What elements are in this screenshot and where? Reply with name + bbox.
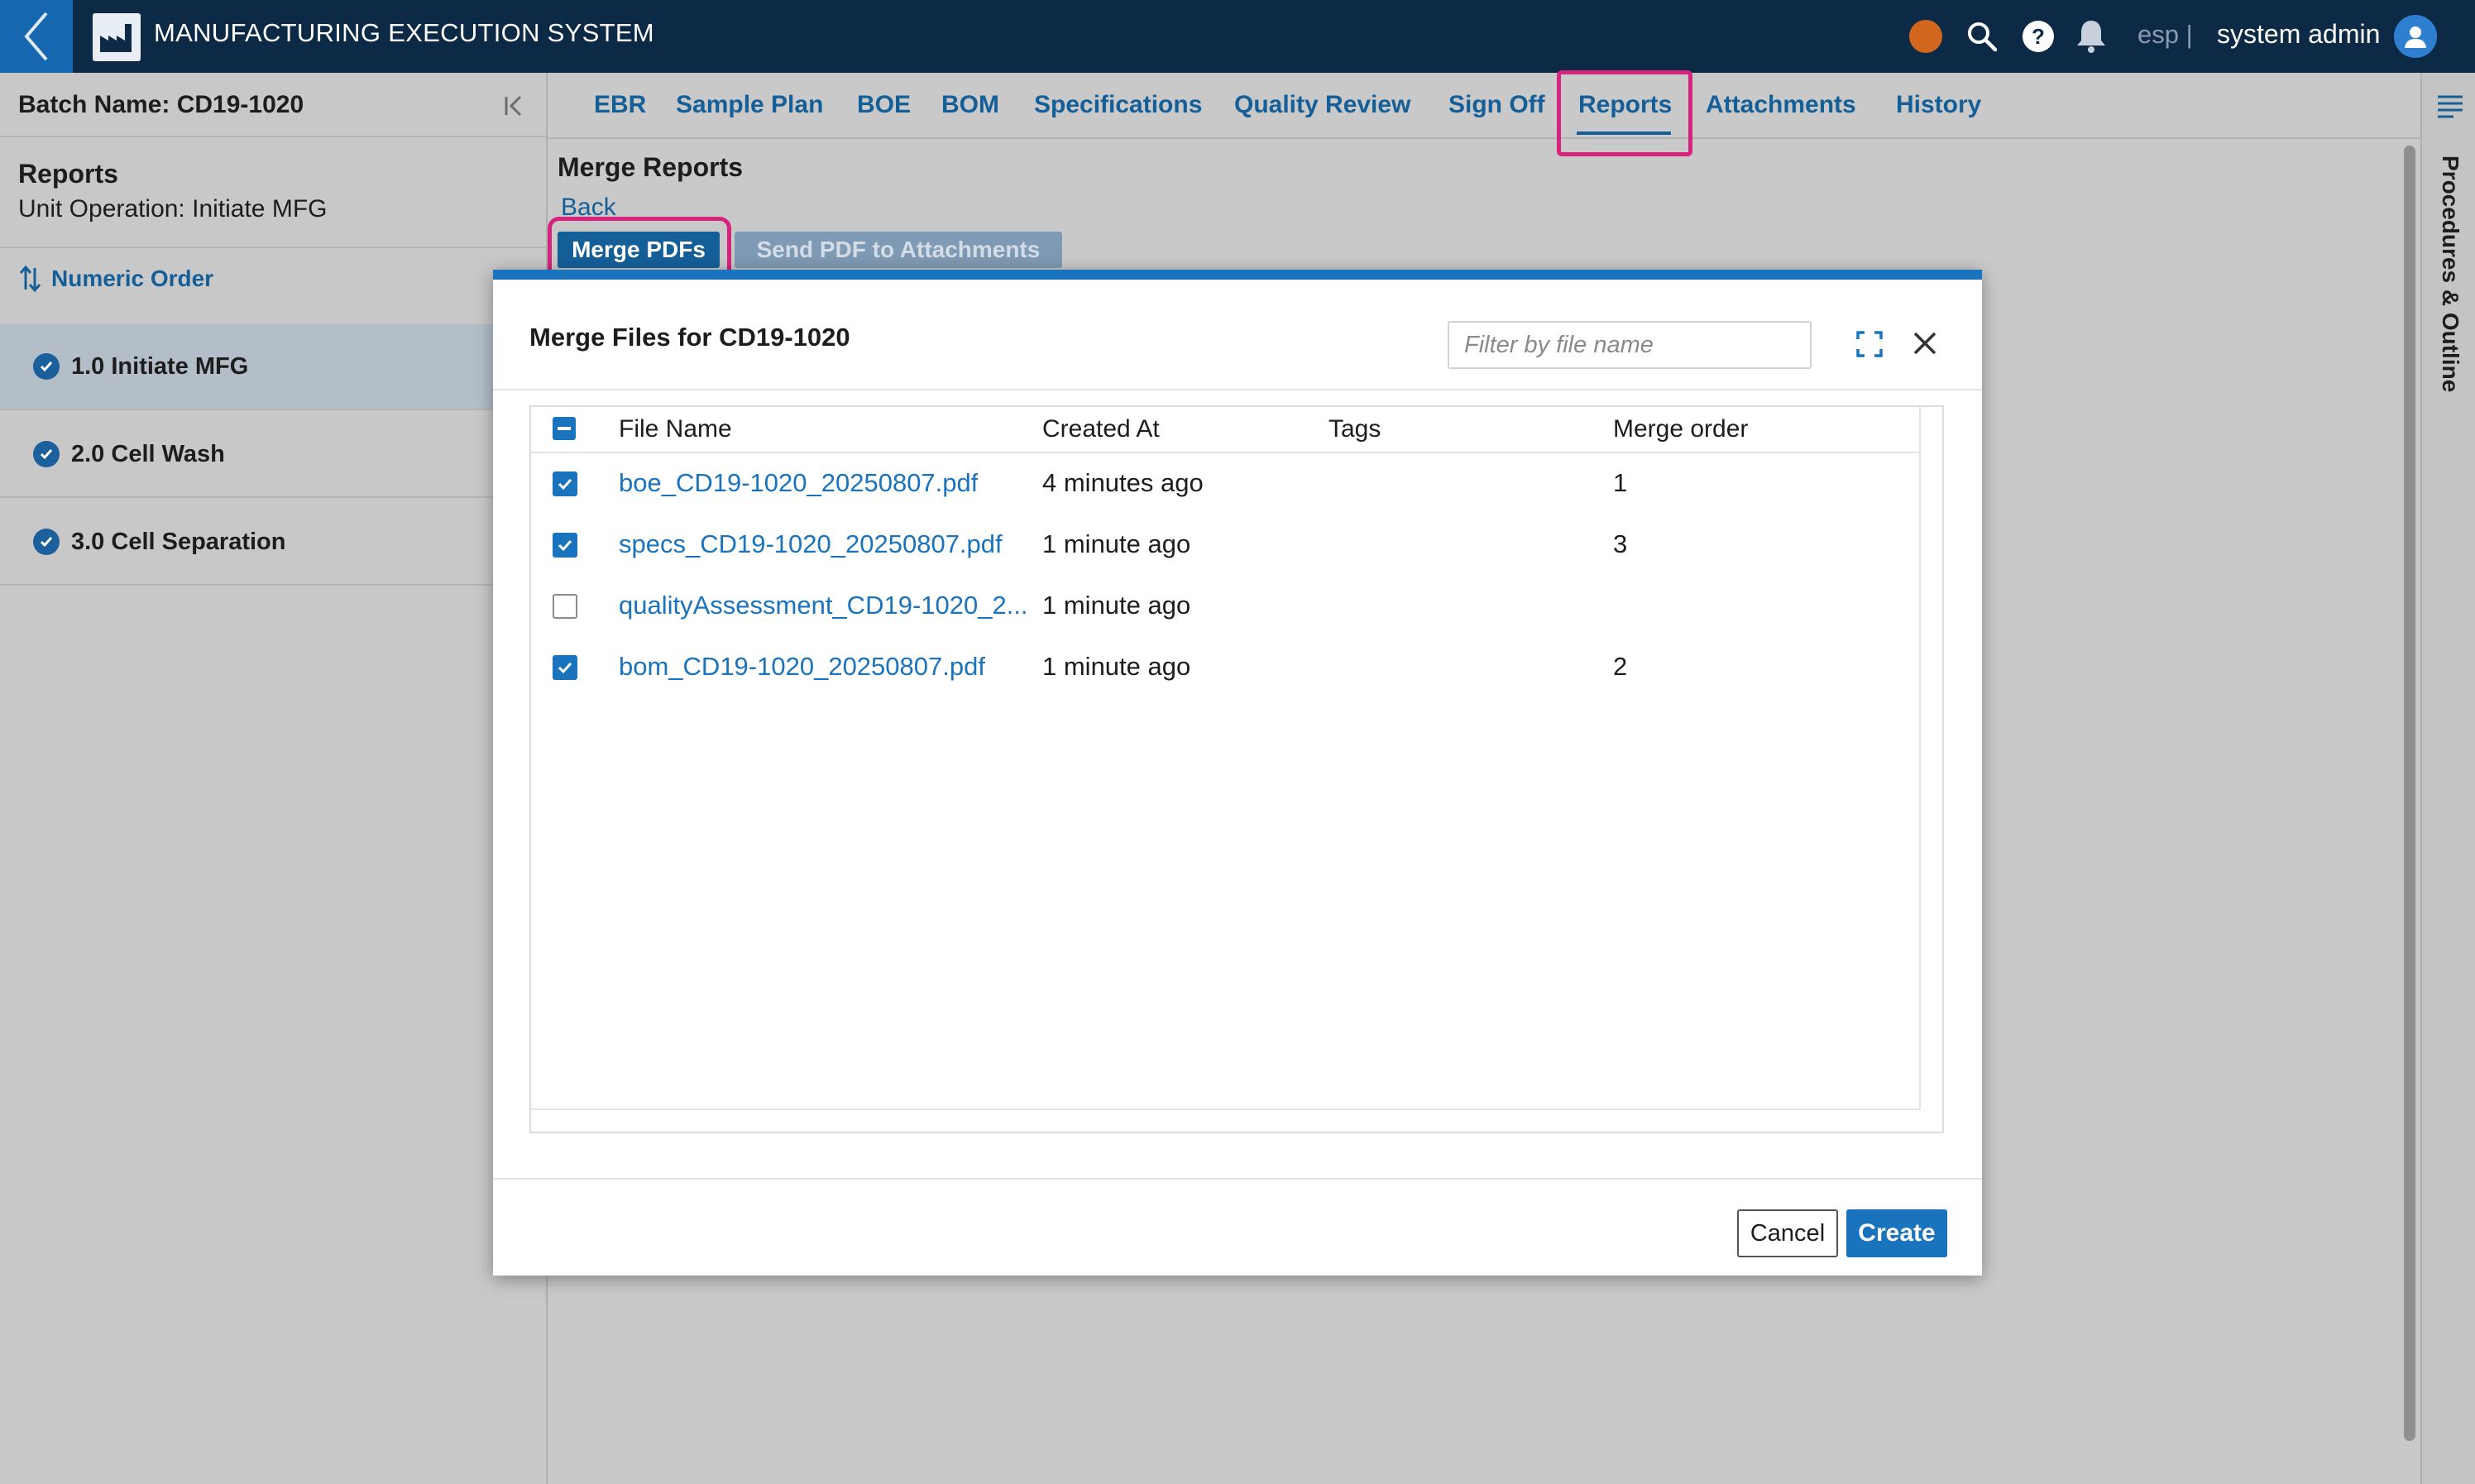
merge-order-cell: 1 (1613, 468, 1628, 497)
check-circle-icon (33, 441, 60, 467)
column-header-created-at[interactable]: Created At (1042, 415, 1160, 443)
unit-operation-label: Unit Operation: Initiate MFG (18, 195, 328, 223)
expand-icon[interactable] (1851, 326, 1888, 362)
table-row[interactable]: boe_CD19-1020_20250807.pdf 4 minutes ago… (531, 453, 1921, 515)
language-label[interactable]: esp | (2138, 20, 2193, 50)
table-row[interactable]: specs_CD19-1020_20250807.pdf 1 minute ag… (531, 515, 1921, 576)
column-header-tags[interactable]: Tags (1328, 415, 1381, 443)
tab-ebr[interactable]: EBR (594, 91, 646, 119)
user-name[interactable]: system admin (2217, 19, 2380, 50)
sort-toggle[interactable]: Numeric Order (18, 265, 213, 293)
create-button[interactable]: Create (1846, 1209, 1947, 1257)
cancel-button[interactable]: Cancel (1737, 1209, 1838, 1257)
user-avatar-icon[interactable] (2394, 15, 2437, 58)
table-row[interactable]: qualityAssessment_CD19-1020_2... 1 minut… (531, 576, 1921, 637)
merge-files-modal: Merge Files for CD19-1020 File Name Crea… (493, 270, 1982, 1276)
file-name-link[interactable]: specs_CD19-1020_20250807.pdf (619, 529, 1003, 559)
search-icon[interactable] (1964, 18, 2000, 55)
file-name-link[interactable]: boe_CD19-1020_20250807.pdf (619, 468, 978, 498)
tab-specifications[interactable]: Specifications (1034, 91, 1202, 119)
batch-name: Batch Name: CD19-1020 (18, 91, 304, 118)
tab-bom[interactable]: BOM (941, 91, 999, 119)
factory-logo-icon (93, 13, 141, 61)
tab-boe[interactable]: BOE (857, 91, 911, 119)
file-name-link[interactable]: bom_CD19-1020_20250807.pdf (619, 652, 985, 682)
grid-header: File Name Created At Tags Merge order (531, 407, 1921, 453)
check-circle-icon (33, 529, 60, 555)
reports-tab-highlight (1557, 70, 1692, 156)
tab-bar: EBR Sample Plan BOE BOM Specifications Q… (548, 73, 2420, 139)
row-checkbox[interactable] (553, 533, 577, 558)
created-at-cell: 1 minute ago (1042, 591, 1191, 620)
batch-header: Batch Name: CD19-1020 (0, 73, 546, 137)
scrollbar-thumb[interactable] (2404, 146, 2415, 1441)
operation-label: 3.0 Cell Separation (71, 528, 286, 555)
merge-order-cell: 2 (1613, 652, 1628, 681)
left-panel: Batch Name: CD19-1020 Reports Unit Opera… (0, 73, 548, 1484)
section-title: Reports (18, 159, 118, 189)
sort-label: Numeric Order (51, 266, 214, 291)
operation-item-initiate-mfg[interactable]: 1.0 Initiate MFG (0, 324, 546, 410)
help-icon[interactable]: ? (2020, 18, 2056, 55)
filter-input[interactable] (1448, 321, 1812, 369)
send-pdf-to-attachments-button[interactable]: Send PDF to Attachments (735, 232, 1062, 268)
svg-text:?: ? (2032, 24, 2045, 49)
app-title: MANUFACTURING EXECUTION SYSTEM (154, 18, 654, 47)
operation-label: 2.0 Cell Wash (71, 440, 225, 467)
divider (493, 389, 1982, 390)
operation-item-cell-separation[interactable]: 3.0 Cell Separation (0, 500, 546, 586)
close-icon[interactable] (1904, 323, 1946, 364)
collapse-panel-icon[interactable] (498, 89, 531, 122)
row-checkbox[interactable] (553, 655, 577, 680)
top-bar: MANUFACTURING EXECUTION SYSTEM ? esp | s… (0, 0, 2475, 73)
sort-arrows-icon (19, 265, 41, 293)
right-rail: Procedures & Outline (2420, 73, 2475, 1484)
divider (493, 1178, 1982, 1180)
tab-sample-plan[interactable]: Sample Plan (676, 91, 823, 119)
status-dot-icon[interactable] (1909, 20, 1942, 53)
tab-attachments[interactable]: Attachments (1706, 91, 1856, 119)
created-at-cell: 4 minutes ago (1042, 468, 1204, 497)
row-checkbox[interactable] (553, 472, 577, 496)
table-row[interactable]: bom_CD19-1020_20250807.pdf 1 minute ago … (531, 637, 1921, 698)
divider (0, 247, 546, 248)
column-header-merge-order[interactable]: Merge order (1613, 415, 1748, 443)
tab-quality-review[interactable]: Quality Review (1234, 91, 1410, 119)
tab-history[interactable]: History (1896, 91, 1981, 119)
main-scrollbar[interactable] (2401, 142, 2419, 1444)
modal-title: Merge Files for CD19-1020 (529, 323, 850, 352)
column-header-file-name[interactable]: File Name (619, 415, 732, 443)
row-checkbox[interactable] (553, 594, 577, 619)
created-at-cell: 1 minute ago (1042, 529, 1191, 558)
tab-sign-off[interactable]: Sign Off (1448, 91, 1545, 119)
grid-body: File Name Created At Tags Merge order bo… (531, 407, 1921, 1110)
operation-label: 1.0 Initiate MFG (71, 352, 249, 380)
operation-item-cell-wash[interactable]: 2.0 Cell Wash (0, 412, 546, 498)
check-circle-icon (33, 353, 60, 380)
outline-menu-icon[interactable] (2435, 91, 2465, 121)
procedures-outline-toggle[interactable]: Procedures & Outline (2422, 156, 2475, 453)
procedures-outline-label: Procedures & Outline (2438, 156, 2463, 393)
select-all-checkbox[interactable] (553, 417, 576, 440)
page-title: Merge Reports (558, 152, 744, 182)
file-name-link[interactable]: qualityAssessment_CD19-1020_2... (619, 591, 1028, 620)
bell-icon[interactable] (2073, 18, 2109, 55)
back-button[interactable] (0, 0, 73, 73)
created-at-cell: 1 minute ago (1042, 652, 1191, 681)
back-chevron-icon (24, 12, 48, 61)
merge-order-cell: 3 (1613, 529, 1628, 558)
files-grid: File Name Created At Tags Merge order bo… (529, 405, 1944, 1133)
